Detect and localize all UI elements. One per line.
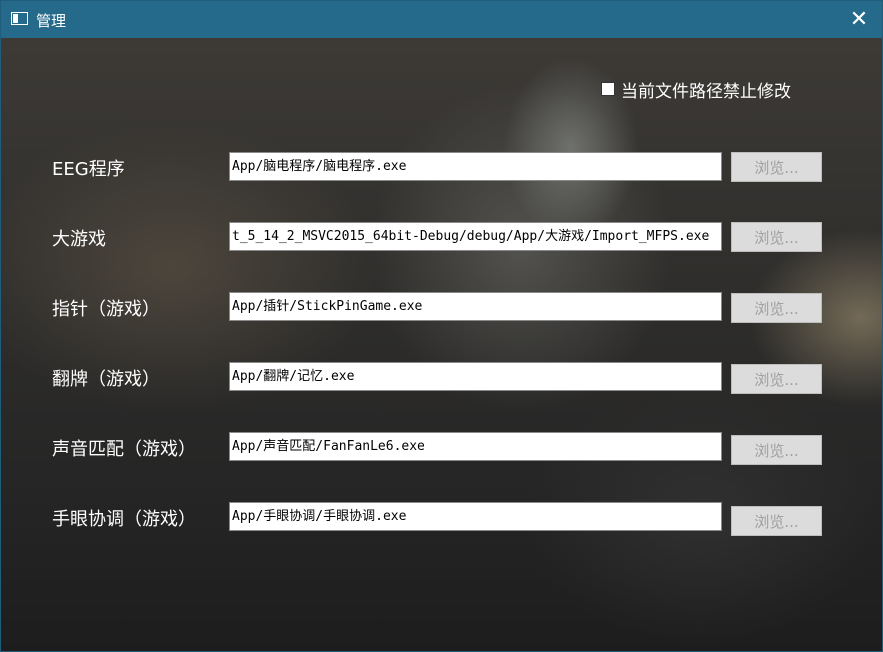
browse-button-hand-eye-game[interactable]: 浏览...: [731, 506, 822, 536]
browse-button-pointer-game[interactable]: 浏览...: [731, 293, 822, 323]
path-input-pointer-game[interactable]: App/插针/StickPinGame.exe: [229, 292, 722, 321]
content-area: 当前文件路径禁止修改 EEG程序 App/脑电程序/脑电程序.exe 浏览...…: [1, 38, 882, 651]
row-label-flip-card-game: 翻牌（游戏）: [52, 369, 160, 390]
row-label-pointer-game: 指针（游戏）: [52, 299, 160, 320]
path-input-eeg[interactable]: App/脑电程序/脑电程序.exe: [229, 152, 722, 181]
path-input-big-game[interactable]: t_5_14_2_MSVC2015_64bit-Debug/debug/App/…: [229, 222, 722, 251]
window-title: 管理: [36, 12, 67, 30]
row-label-big-game: 大游戏: [52, 229, 106, 250]
browse-button-flip-card-game[interactable]: 浏览...: [731, 364, 822, 394]
path-text-big-game: t_5_14_2_MSVC2015_64bit-Debug/debug/App/…: [232, 229, 710, 244]
close-button[interactable]: ✕: [836, 1, 882, 38]
lock-path-checkbox[interactable]: [601, 82, 615, 96]
title-bar[interactable]: 管理 ✕: [1, 1, 882, 38]
lock-path-option[interactable]: 当前文件路径禁止修改: [601, 79, 791, 102]
browse-button-big-game[interactable]: 浏览...: [731, 222, 822, 252]
browse-button-eeg[interactable]: 浏览...: [731, 152, 822, 182]
lock-path-label: 当前文件路径禁止修改: [621, 81, 791, 102]
close-icon: ✕: [849, 6, 869, 32]
window-app-icon: [11, 12, 28, 25]
path-input-flip-card-game[interactable]: App/翻牌/记忆.exe: [229, 362, 722, 391]
row-label-sound-match-game: 声音匹配（游戏）: [52, 439, 196, 460]
path-input-sound-match-game[interactable]: App/声音匹配/FanFanLe6.exe: [229, 432, 722, 461]
row-label-eeg: EEG程序: [52, 159, 125, 180]
management-window: 管理 ✕ 当前文件路径禁止修改 EEG程序 App/脑电程序/脑电程序.exe …: [0, 0, 883, 652]
path-input-hand-eye-game[interactable]: App/手眼协调/手眼协调.exe: [229, 502, 722, 531]
browse-button-sound-match-game[interactable]: 浏览...: [731, 435, 822, 465]
row-label-hand-eye-game: 手眼协调（游戏）: [52, 509, 196, 530]
